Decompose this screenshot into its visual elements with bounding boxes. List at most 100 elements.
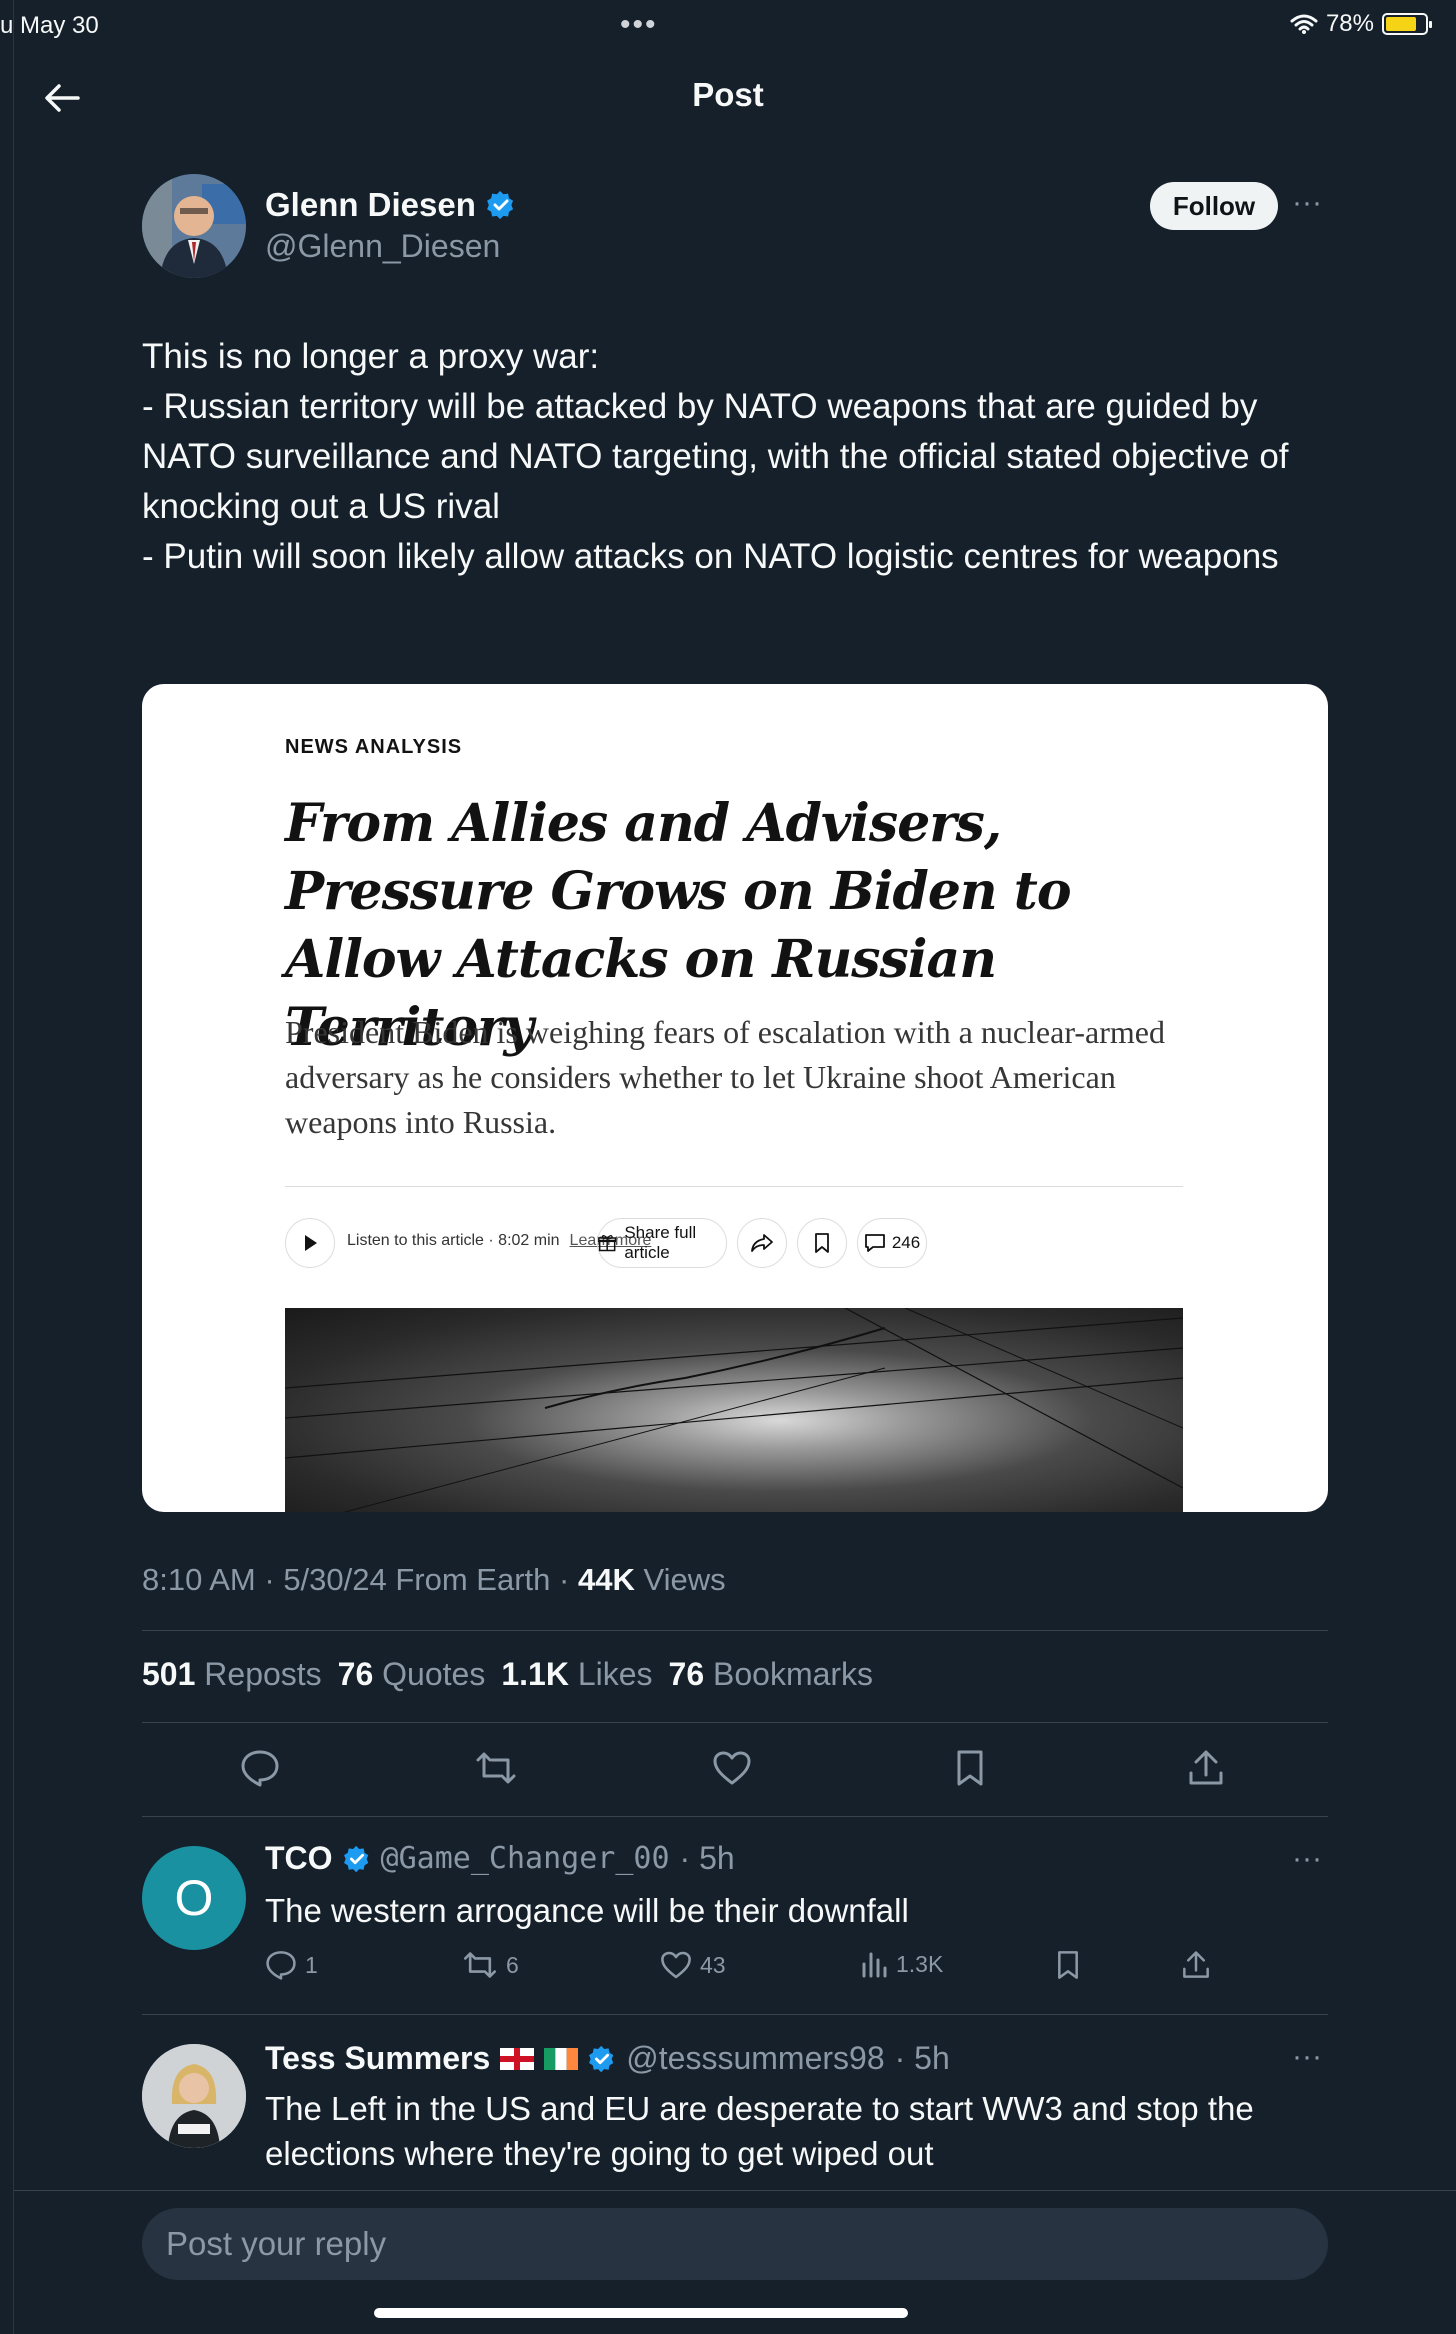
verified-badge-icon: [487, 190, 513, 220]
share-arrow-icon: [751, 1234, 773, 1252]
article-photo: [285, 1308, 1183, 1512]
avatar-image: [142, 174, 246, 278]
like-button[interactable]: [710, 1746, 754, 1790]
comment-icon: [864, 1234, 885, 1252]
reply-bookmark-button[interactable]: [1056, 1950, 1080, 1980]
reply-header-tess: Tess Summers @tesssummers98 · 5h: [265, 2040, 950, 2077]
article-card[interactable]: NEWS ANALYSIS From Allies and Advisers, …: [142, 684, 1328, 1512]
status-time: u May 30: [0, 12, 99, 39]
post-meta: 8:10 AM · 5/30/24 From Earth · 44K Views: [142, 1562, 726, 1597]
reply-age: · 5h: [679, 1840, 735, 1876]
reply-avatar-tess[interactable]: [142, 2044, 246, 2148]
stat-reposts[interactable]: 501 Reposts: [142, 1656, 322, 1693]
comments-count: 246: [891, 1233, 921, 1252]
engagement-stats: 501 Reposts 76 Quotes 1.1K Likes 76 Book…: [142, 1656, 873, 1693]
repost-icon: [476, 1752, 516, 1784]
reply-share-button[interactable]: [1182, 1950, 1210, 1980]
reply-icon: [241, 1750, 279, 1787]
photo-power-lines: [285, 1308, 1183, 1512]
divider: [142, 1816, 1328, 1817]
share-icon: [1189, 1750, 1223, 1785]
bookmark-icon: [957, 1750, 983, 1786]
follow-button[interactable]: Follow: [1150, 182, 1278, 230]
bookmark-button[interactable]: [948, 1746, 992, 1790]
reply-reply-button[interactable]: 1: [265, 1950, 318, 1980]
article-summary: President Biden is weighing fears of esc…: [285, 1014, 1165, 1140]
stat-likes[interactable]: 1.1K Likes: [501, 1656, 652, 1693]
multitask-dots-icon[interactable]: •••: [620, 8, 658, 42]
reply-reposts-count: 6: [506, 1951, 519, 1978]
page-title: Post: [692, 76, 764, 113]
reply-more-icon[interactable]: ···: [1292, 2040, 1322, 2074]
reply-views-count: 1.3K: [896, 1950, 944, 1977]
author-handle[interactable]: @Glenn_Diesen: [265, 228, 500, 265]
author-name[interactable]: Glenn Diesen: [265, 186, 476, 224]
share-button[interactable]: [1184, 1746, 1228, 1790]
reply-author-handle[interactable]: @tesssummers98: [626, 2040, 884, 2077]
post-time: 8:10 AM: [142, 1562, 256, 1597]
repost-icon: [463, 1952, 497, 1978]
heart-icon: [713, 1751, 751, 1785]
reply-replies-count: 1: [305, 1951, 318, 1978]
reply-repost-button[interactable]: 6: [462, 1950, 519, 1980]
post-date: 5/30/24: [283, 1562, 387, 1597]
reply-views-button[interactable]: 1.3K: [860, 1950, 943, 1978]
reply-author-handle[interactable]: @Game_Changer_00: [381, 1841, 670, 1876]
battery-percent: 78%: [1325, 10, 1374, 37]
play-article-button: [285, 1218, 335, 1268]
post-text: This is no longer a proxy war: - Russian…: [142, 337, 1289, 576]
battery-icon: [1382, 13, 1432, 35]
bookmark-icon: [815, 1233, 829, 1253]
reply-author-name[interactable]: Tess Summers: [265, 2040, 490, 2077]
share-arrow-button: [737, 1218, 787, 1268]
reply-more-icon[interactable]: ···: [1292, 1842, 1322, 1876]
reply-author-name[interactable]: TCO: [265, 1840, 333, 1877]
verified-badge-icon: [343, 1845, 368, 1872]
reply-like-button[interactable]: 43: [660, 1950, 726, 1980]
heart-icon: [661, 1951, 691, 1979]
reply-age: · 5h: [894, 2040, 950, 2076]
reply-likes-count: 43: [700, 1951, 726, 1978]
reply-input[interactable]: Post your reply: [142, 2208, 1328, 2280]
avatar-image: [142, 2044, 246, 2148]
reply-header-tco: TCO @Game_Changer_00 · 5h: [265, 1840, 735, 1877]
article-kicker: NEWS ANALYSIS: [285, 736, 463, 758]
stat-bookmarks[interactable]: 76 Bookmarks: [669, 1656, 874, 1693]
bookmark-icon: [1058, 1951, 1078, 1979]
article-divider: [285, 1186, 1183, 1187]
listen-label: Listen to this article · 8:02 min: [347, 1232, 560, 1249]
reply-text: The western arrogance will be their down…: [265, 1892, 909, 1929]
article-toolbar: Listen to this article · 8:02 min Learn …: [285, 1218, 1183, 1272]
post-action-bar: [142, 1746, 1328, 1796]
battery-fill: [1386, 17, 1416, 31]
ireland-flag-icon: [544, 2047, 579, 2070]
divider: [142, 1630, 1328, 1631]
gift-icon: [598, 1235, 617, 1252]
reply-icon: [266, 1951, 296, 1980]
england-flag-icon: [500, 2047, 535, 2070]
more-options-icon[interactable]: ···: [1292, 186, 1322, 220]
divider: [142, 2014, 1328, 2015]
reply-text: The Left in the US and EU are desperate …: [265, 2090, 1254, 2172]
home-indicator: [374, 2308, 908, 2318]
status-right: 78%: [1290, 10, 1432, 38]
left-edge-divider: [0, 0, 14, 2334]
views-count: 44K: [577, 1562, 635, 1597]
views-label: Views: [643, 1562, 726, 1597]
verified-badge-icon: [589, 2045, 614, 2072]
share-icon: [1183, 1951, 1209, 1978]
repost-button[interactable]: [474, 1746, 518, 1790]
reply-button[interactable]: [238, 1746, 282, 1790]
views-chart-icon: [862, 1952, 887, 1978]
post-location: From Earth: [395, 1562, 551, 1597]
save-article-button: [797, 1218, 847, 1268]
wifi-icon: [1290, 14, 1318, 34]
author-avatar[interactable]: [142, 174, 246, 278]
stat-quotes[interactable]: 76 Quotes: [338, 1656, 486, 1693]
back-arrow-icon: [45, 84, 80, 112]
play-icon: [305, 1235, 317, 1251]
comments-button: 246: [857, 1218, 927, 1268]
back-button[interactable]: [40, 76, 84, 120]
author-name-row[interactable]: Glenn Diesen: [265, 186, 516, 224]
reply-avatar-tco[interactable]: O: [142, 1846, 246, 1950]
